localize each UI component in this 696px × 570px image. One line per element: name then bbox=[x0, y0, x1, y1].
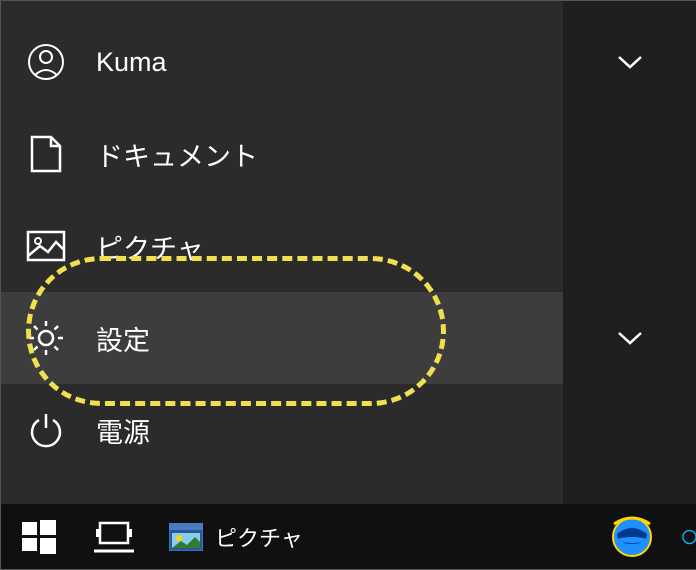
document-icon bbox=[26, 134, 66, 174]
menu-item-power[interactable]: 電源 bbox=[1, 384, 563, 476]
picture-icon bbox=[26, 226, 66, 266]
task-view-icon bbox=[94, 519, 134, 555]
taskbar: ピクチャ bbox=[1, 504, 696, 569]
menu-item-user[interactable]: Kuma bbox=[1, 16, 563, 108]
chevron-down-icon bbox=[617, 55, 643, 69]
expand-chevron-bottom[interactable] bbox=[563, 292, 696, 384]
taskbar-ie-button[interactable] bbox=[602, 504, 662, 569]
ie-icon bbox=[609, 514, 655, 560]
menu-item-label: 電源 bbox=[96, 411, 150, 450]
menu-list: Kuma ドキュメント ピクチャ bbox=[1, 1, 563, 476]
menu-item-documents[interactable]: ドキュメント bbox=[1, 108, 563, 200]
taskbar-app-label: ピクチャ bbox=[215, 521, 303, 553]
task-view-button[interactable] bbox=[76, 504, 151, 569]
user-icon bbox=[26, 42, 66, 82]
power-icon bbox=[26, 410, 66, 450]
chevron-down-icon bbox=[617, 331, 643, 345]
menu-item-label: Kuma bbox=[96, 47, 167, 78]
gear-icon bbox=[26, 318, 66, 358]
menu-item-pictures[interactable]: ピクチャ bbox=[1, 200, 563, 292]
menu-item-label: ピクチャ bbox=[96, 227, 204, 266]
menu-item-label: 設定 bbox=[96, 319, 150, 358]
taskbar-partial-button[interactable] bbox=[662, 504, 696, 569]
expand-chevron-top[interactable] bbox=[563, 16, 696, 108]
start-menu-panel: Kuma ドキュメント ピクチャ bbox=[1, 1, 563, 506]
menu-item-label: ドキュメント bbox=[96, 135, 258, 174]
start-button[interactable] bbox=[1, 504, 76, 569]
windows-icon bbox=[22, 520, 56, 554]
taskbar-app-pictures[interactable]: ピクチャ bbox=[151, 504, 321, 569]
picture-app-icon bbox=[169, 523, 203, 551]
menu-item-settings[interactable]: 設定 bbox=[1, 292, 563, 384]
right-panel bbox=[563, 1, 696, 506]
circle-icon bbox=[682, 514, 696, 560]
